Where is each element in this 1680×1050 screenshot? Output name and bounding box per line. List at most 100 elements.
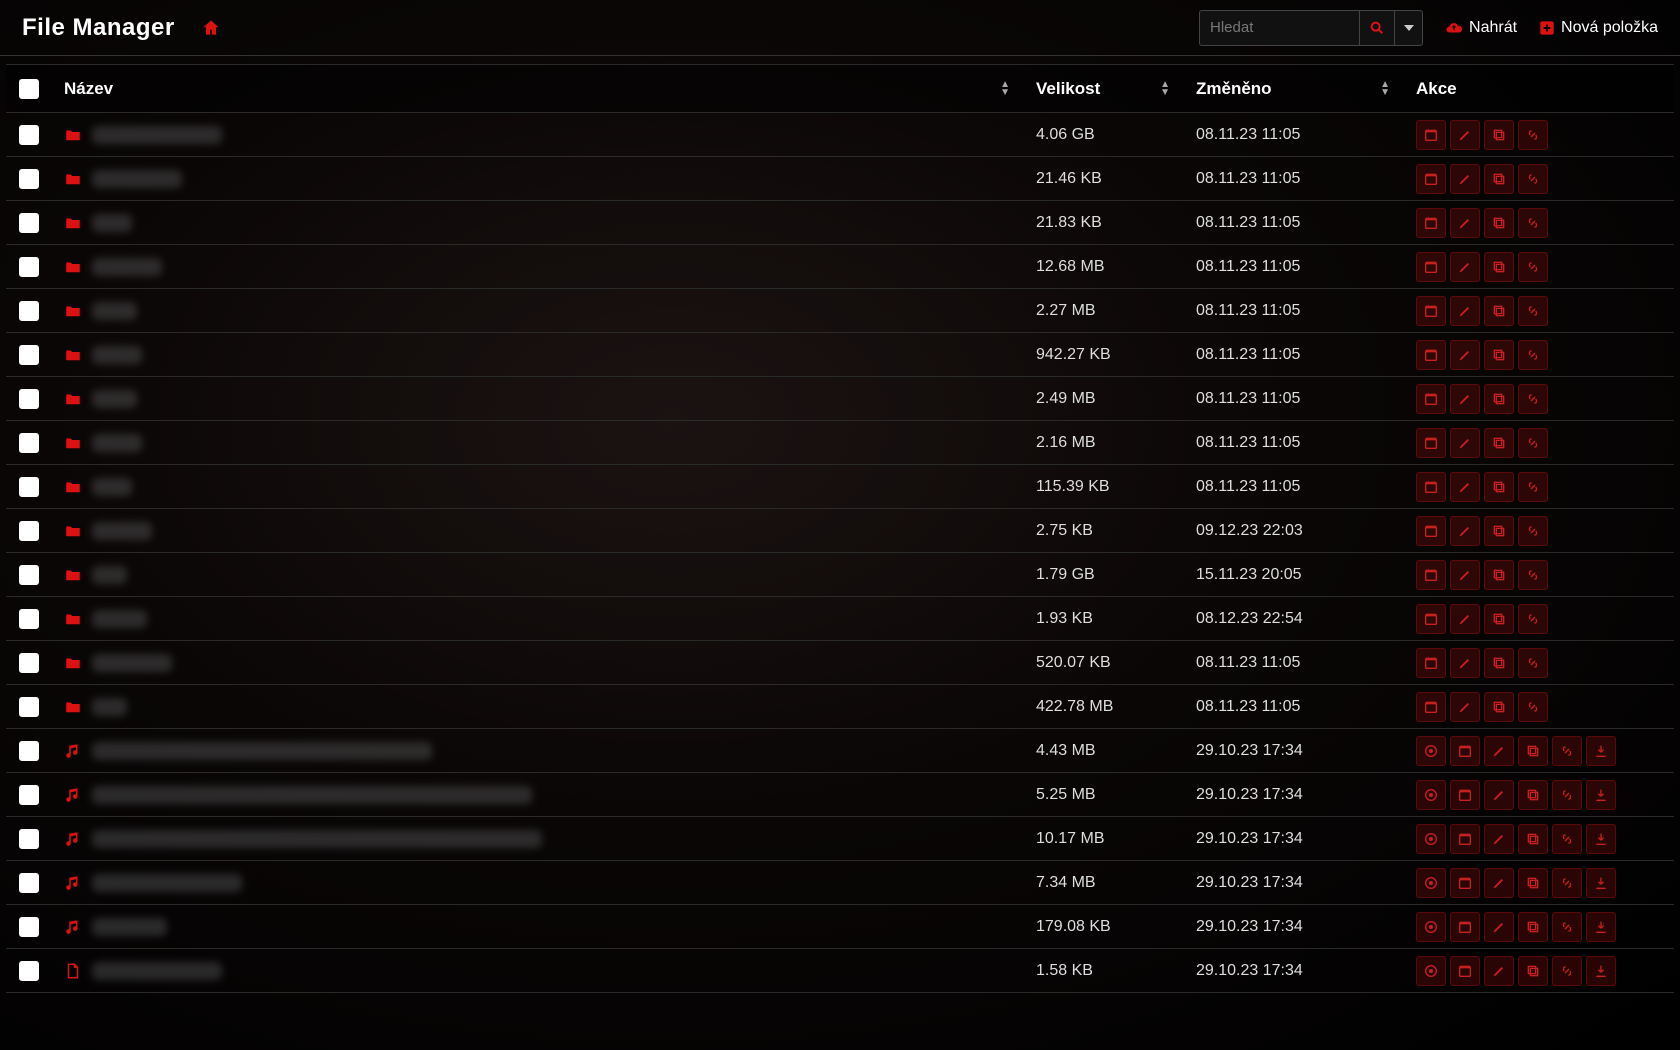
open-button[interactable]	[1416, 384, 1446, 414]
link-button[interactable]	[1518, 164, 1548, 194]
rename-button[interactable]	[1450, 208, 1480, 238]
file-name-cell[interactable]	[64, 610, 1012, 628]
open-button[interactable]	[1450, 868, 1480, 898]
link-button[interactable]	[1552, 736, 1582, 766]
link-button[interactable]	[1518, 692, 1548, 722]
row-checkbox[interactable]	[19, 697, 39, 717]
copy-button[interactable]	[1484, 296, 1514, 326]
open-button[interactable]	[1416, 296, 1446, 326]
upload-button[interactable]: Nahrát	[1445, 19, 1517, 37]
open-button[interactable]	[1450, 912, 1480, 942]
link-button[interactable]	[1518, 120, 1548, 150]
search-input[interactable]	[1199, 10, 1359, 46]
new-item-button[interactable]: Nová položka	[1539, 19, 1658, 37]
file-name-cell[interactable]	[64, 874, 1012, 892]
row-checkbox[interactable]	[19, 169, 39, 189]
link-button[interactable]	[1518, 604, 1548, 634]
row-checkbox[interactable]	[19, 609, 39, 629]
copy-button[interactable]	[1484, 120, 1514, 150]
copy-button[interactable]	[1518, 956, 1548, 986]
link-button[interactable]	[1552, 780, 1582, 810]
copy-button[interactable]	[1484, 692, 1514, 722]
row-checkbox[interactable]	[19, 565, 39, 585]
row-checkbox[interactable]	[19, 961, 39, 981]
copy-button[interactable]	[1484, 428, 1514, 458]
row-checkbox[interactable]	[19, 917, 39, 937]
file-name-cell[interactable]	[64, 566, 1012, 584]
row-checkbox[interactable]	[19, 477, 39, 497]
file-name-cell[interactable]	[64, 258, 1012, 276]
copy-button[interactable]	[1484, 340, 1514, 370]
file-name-cell[interactable]	[64, 434, 1012, 452]
rename-button[interactable]	[1450, 340, 1480, 370]
rename-button[interactable]	[1450, 472, 1480, 502]
preview-button[interactable]	[1416, 956, 1446, 986]
file-name-cell[interactable]	[64, 786, 1012, 804]
row-checkbox[interactable]	[19, 433, 39, 453]
copy-button[interactable]	[1484, 560, 1514, 590]
file-name-cell[interactable]	[64, 126, 1012, 144]
download-button[interactable]	[1586, 912, 1616, 942]
link-button[interactable]	[1552, 824, 1582, 854]
open-button[interactable]	[1450, 956, 1480, 986]
copy-button[interactable]	[1518, 868, 1548, 898]
copy-button[interactable]	[1484, 472, 1514, 502]
rename-button[interactable]	[1450, 428, 1480, 458]
file-name-cell[interactable]	[64, 698, 1012, 716]
select-all-checkbox[interactable]	[19, 79, 39, 99]
link-button[interactable]	[1552, 868, 1582, 898]
rename-button[interactable]	[1484, 956, 1514, 986]
search-button[interactable]	[1359, 10, 1395, 46]
download-button[interactable]	[1586, 868, 1616, 898]
rename-button[interactable]	[1484, 736, 1514, 766]
download-button[interactable]	[1586, 956, 1616, 986]
preview-button[interactable]	[1416, 736, 1446, 766]
open-button[interactable]	[1416, 120, 1446, 150]
copy-button[interactable]	[1518, 912, 1548, 942]
link-button[interactable]	[1518, 560, 1548, 590]
open-button[interactable]	[1416, 340, 1446, 370]
rename-button[interactable]	[1484, 868, 1514, 898]
rename-button[interactable]	[1450, 692, 1480, 722]
file-name-cell[interactable]	[64, 918, 1012, 936]
open-button[interactable]	[1416, 164, 1446, 194]
copy-button[interactable]	[1518, 736, 1548, 766]
preview-button[interactable]	[1416, 780, 1446, 810]
rename-button[interactable]	[1484, 780, 1514, 810]
link-button[interactable]	[1552, 912, 1582, 942]
download-button[interactable]	[1586, 824, 1616, 854]
file-name-cell[interactable]	[64, 214, 1012, 232]
copy-button[interactable]	[1484, 164, 1514, 194]
row-checkbox[interactable]	[19, 653, 39, 673]
file-name-cell[interactable]	[64, 346, 1012, 364]
link-button[interactable]	[1518, 428, 1548, 458]
rename-button[interactable]	[1450, 560, 1480, 590]
link-button[interactable]	[1518, 340, 1548, 370]
link-button[interactable]	[1518, 252, 1548, 282]
rename-button[interactable]	[1450, 164, 1480, 194]
open-button[interactable]	[1416, 516, 1446, 546]
open-button[interactable]	[1416, 560, 1446, 590]
open-button[interactable]	[1416, 428, 1446, 458]
link-button[interactable]	[1518, 516, 1548, 546]
rename-button[interactable]	[1450, 252, 1480, 282]
rename-button[interactable]	[1450, 604, 1480, 634]
rename-button[interactable]	[1450, 648, 1480, 678]
file-name-cell[interactable]	[64, 654, 1012, 672]
row-checkbox[interactable]	[19, 257, 39, 277]
row-checkbox[interactable]	[19, 213, 39, 233]
file-name-cell[interactable]	[64, 962, 1012, 980]
copy-button[interactable]	[1484, 384, 1514, 414]
copy-button[interactable]	[1484, 604, 1514, 634]
open-button[interactable]	[1450, 824, 1480, 854]
home-button[interactable]	[199, 16, 223, 40]
file-name-cell[interactable]	[64, 302, 1012, 320]
open-button[interactable]	[1416, 252, 1446, 282]
file-name-cell[interactable]	[64, 830, 1012, 848]
link-button[interactable]	[1518, 648, 1548, 678]
copy-button[interactable]	[1484, 208, 1514, 238]
open-button[interactable]	[1450, 780, 1480, 810]
link-button[interactable]	[1518, 296, 1548, 326]
open-button[interactable]	[1416, 208, 1446, 238]
copy-button[interactable]	[1484, 648, 1514, 678]
